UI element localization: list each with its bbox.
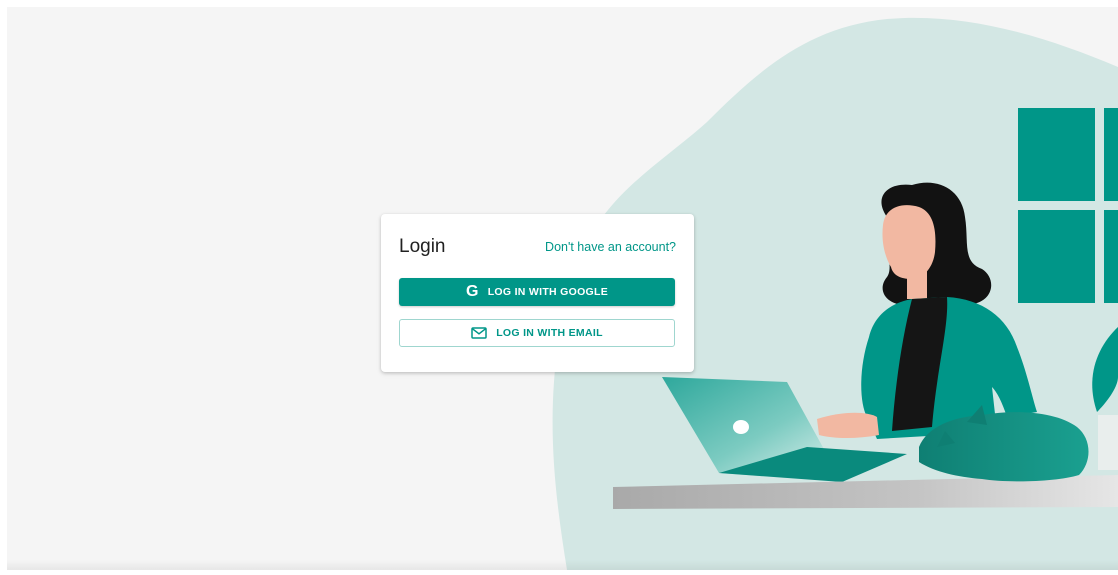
envelope-icon [471, 327, 487, 339]
page-bottom-shadow [7, 560, 1118, 570]
login-card: Login Don't have an account? G LOG IN WI… [381, 214, 694, 372]
login-with-email-button[interactable]: LOG IN WITH EMAIL [399, 319, 675, 347]
signup-link[interactable]: Don't have an account? [545, 240, 676, 254]
login-with-google-label: LOG IN WITH GOOGLE [487, 286, 609, 298]
login-page: Login Don't have an account? G LOG IN WI… [7, 7, 1118, 570]
google-g-icon: G [465, 283, 479, 300]
login-with-google-button[interactable]: G LOG IN WITH GOOGLE [399, 278, 675, 306]
woman-arm [817, 412, 879, 438]
woman-neck [907, 269, 927, 299]
login-with-email-label: LOG IN WITH EMAIL [496, 327, 603, 339]
login-title: Login [399, 236, 446, 257]
login-card-header: Login Don't have an account? [399, 234, 676, 260]
